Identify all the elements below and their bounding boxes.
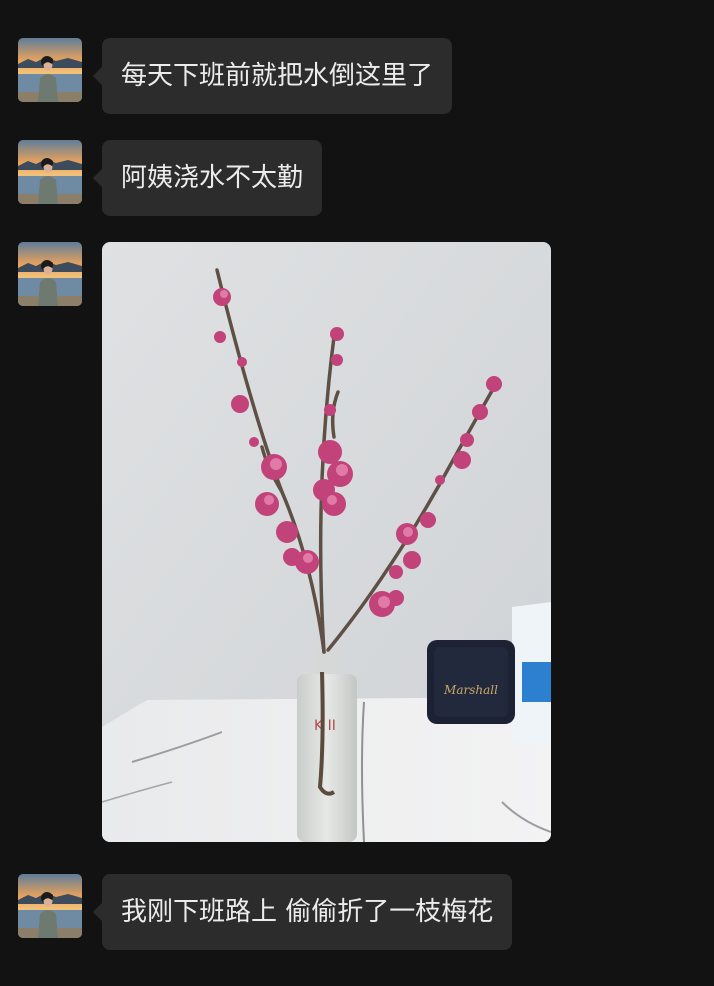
sender-avatar[interactable] [18,874,82,938]
message-bubble[interactable]: 我刚下班路上 偷偷折了一枝梅花 [92,874,513,950]
avatar-image [18,242,82,306]
sender-avatar[interactable] [18,38,82,102]
message-row-1: 每天下班前就把水倒这里了 [0,38,714,114]
sender-avatar[interactable] [18,242,82,306]
avatar-image [18,38,82,102]
sender-avatar[interactable] [18,140,82,204]
bottle-label: K II [314,718,336,734]
message-row-2: 阿姨浇水不太勤 [0,140,714,216]
message-bubble[interactable]: 阿姨浇水不太勤 [92,140,323,216]
message-row-3: Marshall K II [0,242,714,842]
image-message[interactable]: Marshall K II [102,242,551,842]
message-bubble[interactable]: 每天下班前就把水倒这里了 [92,38,453,114]
speaker-brand-label: Marshall [443,683,498,697]
message-row-4: 我刚下班路上 偷偷折了一枝梅花 [0,874,714,950]
plum-blossom-photo: Marshall K II [102,242,551,842]
avatar-image [18,140,82,204]
avatar-image [18,874,82,938]
